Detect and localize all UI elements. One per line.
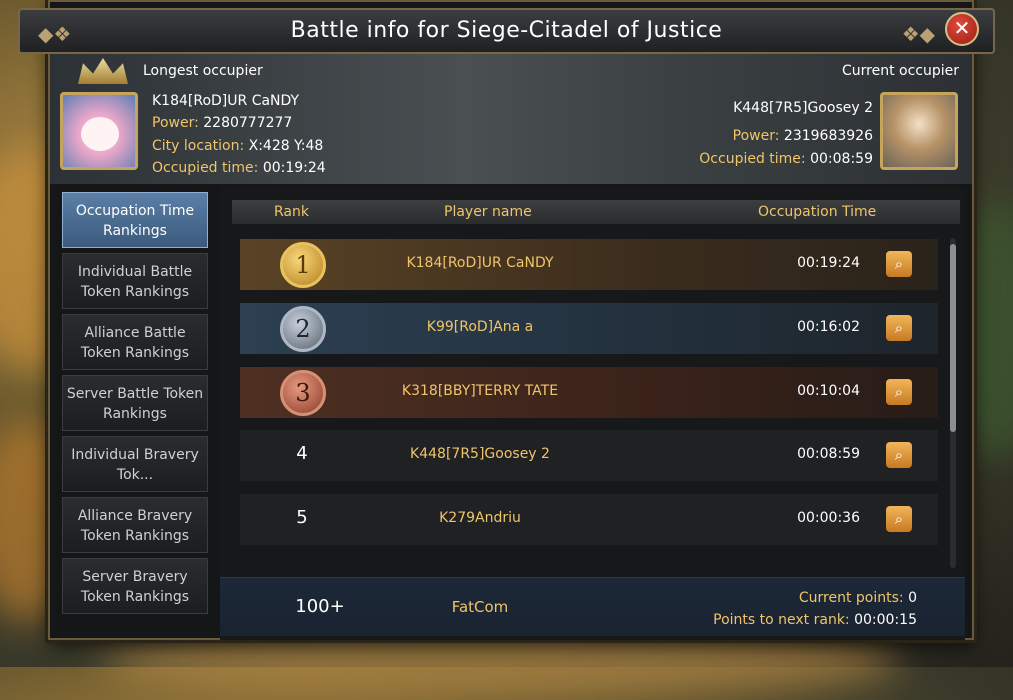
silver-medal-icon: 2 (280, 306, 326, 352)
occupation-time: 00:00:36 (797, 510, 860, 526)
longest-occupier-name: K184[RoD]UR CaNDY (152, 93, 300, 109)
my-rank-footer: 100+ FatCom Current points: 0 Points to … (220, 577, 965, 636)
player-name: K318[BBY]TERRY TATE (401, 383, 559, 399)
current-occupied-time: 00:08:59 (810, 151, 873, 167)
occupation-time: 00:10:04 (797, 383, 860, 399)
current-occupier-label: Current occupier (841, 63, 959, 79)
column-occupation-time: Occupation Time (758, 204, 877, 220)
longest-power: 2280777277 (203, 115, 293, 131)
close-button[interactable]: ✕ (945, 12, 979, 46)
close-icon: ✕ (953, 16, 971, 40)
player-name: K99[RoD]Ana a (426, 319, 534, 335)
column-player-name: Player name (444, 204, 532, 220)
current-occupier-avatar[interactable] (880, 92, 958, 170)
current-occupier-name: K448[7R5]Goosey 2 (733, 100, 873, 116)
tab-individual-bravery-token[interactable]: Individual Bravery Tok... (62, 436, 208, 492)
tab-alliance-bravery-token[interactable]: Alliance Bravery Token Rankings (62, 497, 208, 553)
table-row[interactable]: 4 K448[7R5]Goosey 2 00:08:59 ⌕ (240, 430, 938, 481)
my-name: FatCom (451, 598, 509, 616)
longest-occupier-label: Longest occupier (143, 63, 263, 79)
table-row[interactable]: 5 K279Andriu 00:00:36 ⌕ (240, 494, 938, 545)
window-title: Battle info for Siege-Citadel of Justice (290, 18, 723, 43)
occupation-time: 00:19:24 (797, 255, 860, 271)
tab-alliance-battle-token[interactable]: Alliance Battle Token Rankings (62, 314, 208, 370)
current-power: 2319683926 (783, 128, 873, 144)
rank-number: 4 (296, 443, 308, 464)
tab-server-battle-token[interactable]: Server Battle Token Rankings (62, 375, 208, 431)
occupation-time: 00:08:59 (797, 446, 860, 462)
scrollbar-thumb[interactable] (950, 244, 956, 432)
player-name: K279Andriu (439, 510, 521, 526)
magnifier-icon[interactable]: ⌕ (886, 251, 912, 277)
longest-occupied-time: 00:19:24 (262, 160, 326, 176)
rankings-sidebar: Occupation Time Rankings Individual Batt… (62, 192, 208, 619)
player-name: K184[RoD]UR CaNDY (406, 255, 554, 271)
magnifier-icon[interactable]: ⌕ (886, 506, 912, 532)
gold-medal-icon: 1 (280, 242, 326, 288)
my-points: Current points: 0 Points to next rank: 0… (713, 590, 917, 628)
city-location: X:428 Y:48 (248, 138, 324, 154)
table-row[interactable]: 1 K184[RoD]UR CaNDY 00:19:24 ⌕ (240, 239, 938, 290)
ornament-icon: ❖◆ (901, 22, 935, 46)
table-header: Rank Player name Occupation Time (232, 200, 960, 224)
magnifier-icon[interactable]: ⌕ (886, 379, 912, 405)
tab-individual-battle-token[interactable]: Individual Battle Token Rankings (62, 253, 208, 309)
longest-occupier-avatar[interactable] (60, 92, 138, 170)
player-name: K448[7R5]Goosey 2 (410, 446, 550, 462)
my-rank: 100+ (295, 596, 345, 617)
bronze-medal-icon: 3 (280, 370, 326, 416)
table-row[interactable]: 2 K99[RoD]Ana a 00:16:02 ⌕ (240, 303, 938, 354)
table-row[interactable]: 3 K318[BBY]TERRY TATE 00:10:04 ⌕ (240, 367, 938, 418)
tab-server-bravery-token[interactable]: Server Bravery Token Rankings (62, 558, 208, 614)
magnifier-icon[interactable]: ⌕ (886, 442, 912, 468)
rank-number: 5 (296, 507, 308, 528)
title-bar: ◆❖ Battle info for Siege-Citadel of Just… (18, 8, 995, 54)
magnifier-icon[interactable]: ⌕ (886, 315, 912, 341)
column-rank: Rank (274, 204, 309, 220)
tab-occupation-time[interactable]: Occupation Time Rankings (62, 192, 208, 248)
occupation-time: 00:16:02 (797, 319, 860, 335)
